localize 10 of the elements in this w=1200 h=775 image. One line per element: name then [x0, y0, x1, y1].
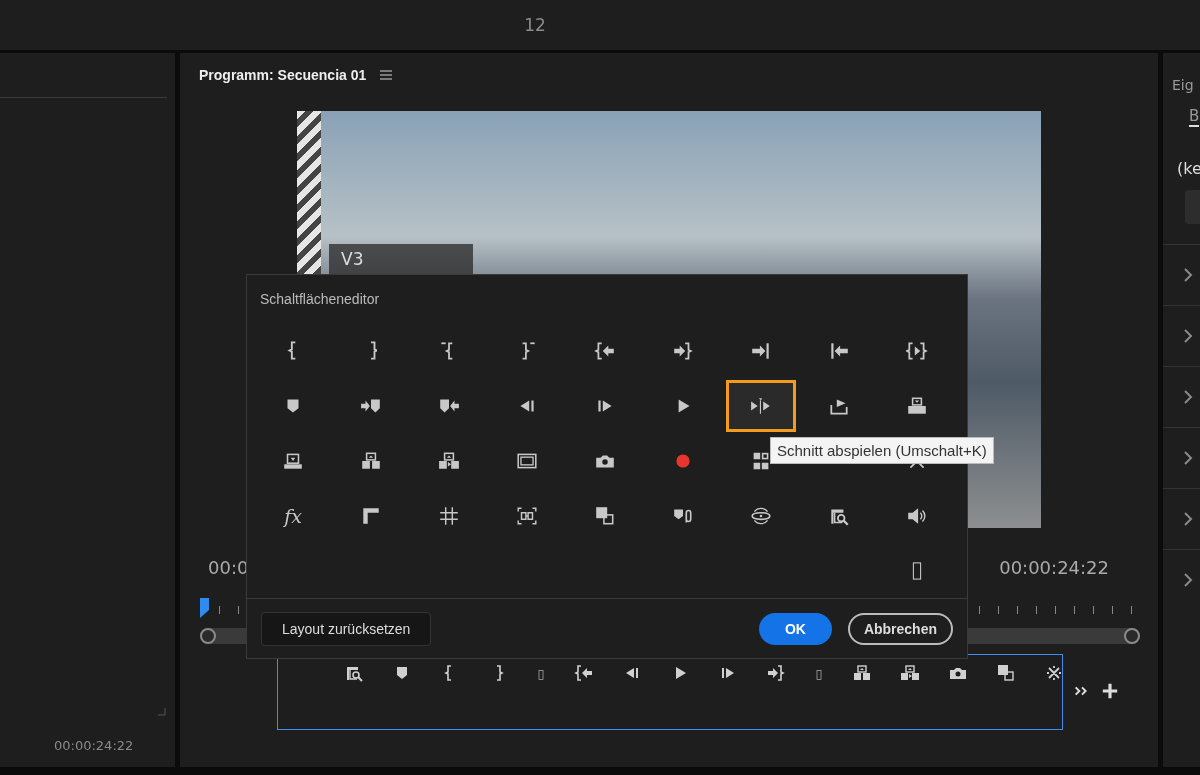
dialog-title: Schaltflächeneditor	[260, 291, 381, 307]
timecode: 00:0	[208, 557, 249, 578]
panel-title: Programm: Secuencia 01	[199, 67, 367, 83]
top-bar-text: 12	[524, 15, 546, 35]
label: (ke	[1177, 159, 1200, 178]
track-label: V3	[329, 244, 473, 275]
timecode: 00:00:24:22	[54, 738, 135, 753]
timecode: 00:00:24:22	[999, 557, 1109, 578]
tooltip: Schnitt abspielen (Umschalt+K)	[770, 437, 994, 464]
panel-title: Eig	[1172, 77, 1194, 93]
